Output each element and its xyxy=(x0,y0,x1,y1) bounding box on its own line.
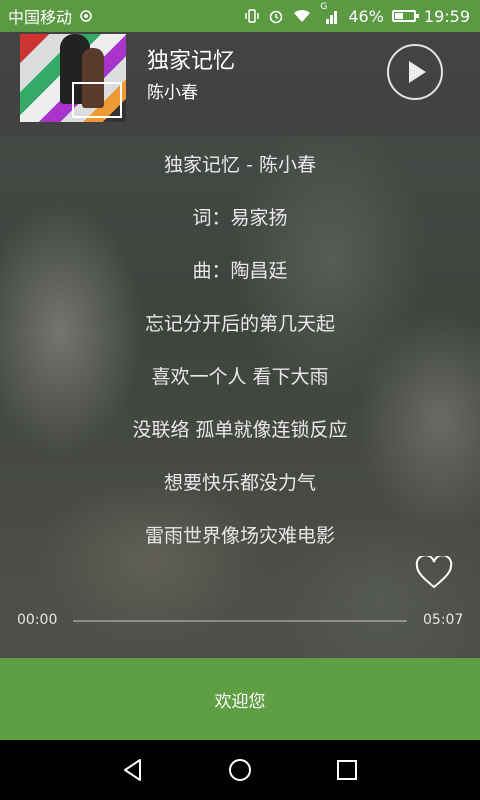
lyric-line: 想要快乐都没力气 xyxy=(163,472,316,494)
battery-icon xyxy=(391,10,419,22)
seek-bar[interactable] xyxy=(73,620,407,622)
album-art-frame xyxy=(72,82,122,118)
back-button[interactable] xyxy=(113,750,153,790)
hotspot-icon xyxy=(78,8,94,24)
lyric-line: 没联络 孤单就像连锁反应 xyxy=(132,419,348,441)
play-button[interactable] xyxy=(387,44,443,100)
lyric-line: 忘记分开后的第几天起 xyxy=(144,313,335,335)
lyric-line: 雷雨世界像场灾难电影 xyxy=(144,525,335,547)
battery-fill xyxy=(394,13,404,19)
status-bar: 中国移动 G 46% 19:59 xyxy=(0,0,480,32)
carrier-label: 中国移动 xyxy=(8,8,73,27)
elapsed-time: 00:00 xyxy=(17,612,58,628)
lyric-line: 独家记忆 - 陈小春 xyxy=(164,154,316,176)
back-triangle-icon xyxy=(124,759,142,781)
song-title: 独家记忆 xyxy=(147,49,236,74)
signal-icon: G xyxy=(320,2,340,24)
battery-percent: 46% xyxy=(348,6,384,26)
favorite-heart-icon[interactable] xyxy=(415,554,453,590)
wifi-icon xyxy=(292,8,312,24)
navigation-bar xyxy=(0,740,480,800)
alarm-icon xyxy=(268,8,284,24)
recents-square-icon xyxy=(336,760,357,780)
song-artist: 陈小春 xyxy=(147,83,198,103)
home-circle-icon xyxy=(228,759,251,781)
lyric-line: 喜欢一个人 看下大雨 xyxy=(151,366,329,388)
recents-button[interactable] xyxy=(327,750,367,790)
play-icon xyxy=(409,61,426,83)
vibrate-icon xyxy=(244,8,260,24)
clock: 19:59 xyxy=(423,6,470,26)
welcome-button[interactable]: 欢迎您 xyxy=(0,658,480,740)
lyric-line: 曲：陶昌廷 xyxy=(192,260,288,282)
lyric-line: 词：易家扬 xyxy=(192,207,288,229)
now-playing-header: 独家记忆 陈小春 xyxy=(0,32,480,136)
album-art[interactable] xyxy=(20,34,126,122)
total-time: 05:07 xyxy=(423,612,464,628)
home-button[interactable] xyxy=(220,750,260,790)
